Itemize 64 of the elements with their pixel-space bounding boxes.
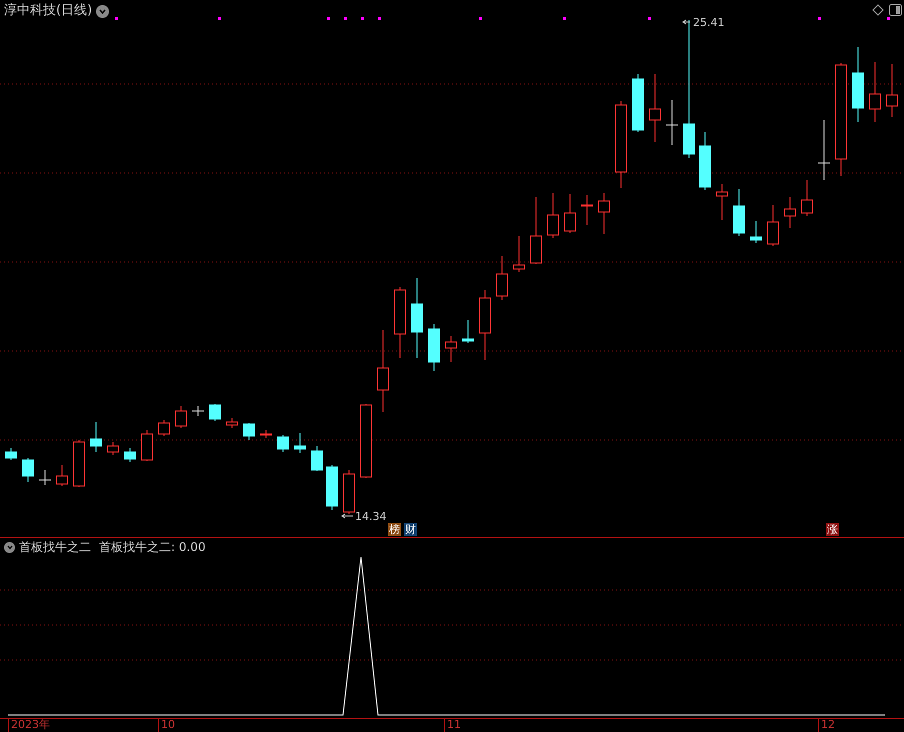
pointer-arrow-icon — [341, 514, 354, 518]
candlestick — [277, 434, 289, 452]
candlestick — [547, 192, 559, 238]
candlestick — [632, 74, 644, 132]
axis-label: 2023年 — [8, 718, 50, 732]
candlestick — [226, 418, 238, 428]
candlestick — [175, 406, 187, 428]
candlestick — [209, 404, 221, 422]
indicator-name: 首板找牛之二 — [19, 539, 91, 556]
candlestick — [886, 64, 898, 118]
event-badge[interactable]: 财 — [404, 523, 417, 536]
price-label: 25.41 — [693, 15, 724, 31]
candlestick — [141, 430, 153, 462]
event-badge[interactable]: 涨 — [826, 523, 839, 536]
candlestick — [428, 324, 440, 372]
candlestick — [243, 422, 255, 440]
candlestick — [716, 184, 728, 220]
candlestick — [496, 256, 508, 300]
candlestick — [513, 236, 525, 272]
axis-label: 10 — [158, 718, 175, 732]
candlestick — [564, 194, 576, 234]
candlestick — [90, 422, 102, 452]
diamond-icon[interactable] — [872, 4, 884, 16]
candlestick — [22, 458, 34, 482]
candlestick — [649, 74, 661, 142]
candlestick — [581, 194, 593, 226]
event-badge[interactable]: 榜 — [388, 523, 401, 536]
axis-label: 11 — [444, 718, 461, 732]
chart-title: 淳中科技(日线) — [4, 2, 92, 20]
candlestick — [56, 464, 68, 486]
candlestick — [479, 290, 491, 360]
candlestick — [869, 62, 881, 122]
candlestick — [784, 196, 796, 228]
candlestick — [5, 448, 17, 460]
candlestick — [394, 286, 406, 358]
candlestick — [818, 120, 830, 180]
candlestick — [343, 470, 355, 514]
candlestick — [598, 192, 610, 234]
candlestick — [260, 430, 272, 438]
candlestick — [294, 432, 306, 454]
candlestick — [666, 100, 678, 146]
candlestick — [750, 220, 762, 244]
indicator-reading: 首板找牛之二: 0.00 — [99, 539, 206, 556]
candlestick — [445, 336, 457, 362]
panel-toggle-icon[interactable] — [889, 4, 902, 16]
candlestick — [38, 470, 52, 486]
candlestick — [158, 420, 170, 436]
candlestick — [462, 320, 474, 344]
candlestick — [767, 204, 779, 246]
axis-label: 12 — [818, 718, 835, 732]
chevron-down-icon[interactable] — [4, 542, 15, 552]
candlestick — [124, 448, 136, 462]
candlestick — [733, 188, 745, 236]
candlestick — [699, 132, 711, 190]
candlestick — [801, 180, 813, 216]
candlestick — [530, 196, 542, 264]
candlestick — [192, 406, 204, 416]
candlestick — [107, 442, 119, 456]
candlestick — [73, 440, 85, 488]
candlestick — [311, 446, 323, 472]
pointer-arrow-icon — [682, 20, 690, 24]
price-label: 14.34 — [355, 509, 386, 525]
chevron-down-icon[interactable] — [96, 4, 110, 18]
candlestick — [326, 464, 338, 510]
